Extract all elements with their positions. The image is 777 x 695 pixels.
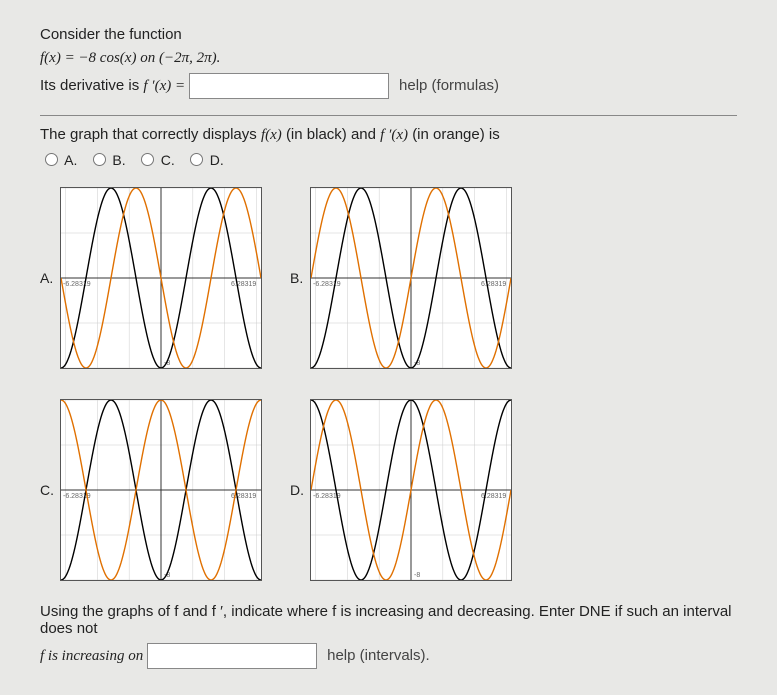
- graph-question: The graph that correctly displays f(x) (…: [40, 126, 737, 144]
- derivative-input[interactable]: [189, 73, 389, 99]
- label-c: C.: [40, 482, 60, 498]
- graph-question-fp: f ′(x): [380, 127, 408, 143]
- increasing-label: f is increasing on: [40, 648, 147, 664]
- choice-radios: A. B. C. D.: [40, 150, 737, 169]
- increasing-input[interactable]: [147, 643, 317, 669]
- radio-c-label[interactable]: C.: [136, 152, 175, 168]
- radio-d-text: D.: [210, 152, 224, 168]
- derivative-prompt: Its derivative is: [40, 77, 143, 94]
- graph-question-f: f(x): [261, 127, 282, 143]
- svg-text:-6.28319: -6.28319: [313, 281, 341, 288]
- svg-text:-6.28319: -6.28319: [63, 281, 91, 288]
- radio-d[interactable]: [190, 153, 203, 166]
- radio-a-label[interactable]: A.: [40, 152, 77, 168]
- graph-question-mid1: (in black) and: [286, 126, 380, 143]
- label-a: A.: [40, 270, 60, 286]
- derivative-math: f ′(x) =: [143, 78, 188, 94]
- graph-question-pre: The graph that correctly displays: [40, 126, 261, 143]
- intro-text: Consider the function: [40, 26, 737, 43]
- radio-a[interactable]: [45, 153, 58, 166]
- graph-grid: A. -6.283196.28319-8 B. -6.283196.28319-…: [40, 187, 737, 581]
- derivative-row: Its derivative is f ′(x) = help (formula…: [40, 73, 737, 99]
- graph-a: -6.283196.28319-8: [60, 187, 262, 369]
- help-formulas-link[interactable]: help (formulas): [399, 77, 499, 94]
- graph-d: -6.283196.28319-8: [310, 399, 512, 581]
- radio-d-label[interactable]: D.: [185, 152, 224, 168]
- radio-c-text: C.: [161, 152, 175, 168]
- graph-question-mid2: (in orange) is: [412, 126, 500, 143]
- radio-b-text: B.: [112, 152, 125, 168]
- label-b: B.: [290, 270, 310, 286]
- help-intervals-link[interactable]: help (intervals).: [327, 647, 430, 664]
- svg-text:6.28319: 6.28319: [231, 281, 256, 288]
- radio-c[interactable]: [141, 153, 154, 166]
- using-graphs-text: Using the graphs of f and f ′, indicate …: [40, 603, 737, 637]
- label-d: D.: [290, 482, 310, 498]
- graph-b: -6.283196.28319-8: [310, 187, 512, 369]
- radio-b[interactable]: [93, 153, 106, 166]
- svg-text:6.28319: 6.28319: [481, 281, 506, 288]
- svg-text:-8: -8: [414, 572, 420, 579]
- graph-c: -6.283196.28319-8: [60, 399, 262, 581]
- radio-a-text: A.: [64, 152, 77, 168]
- divider: [40, 115, 737, 116]
- function-formula: f(x) = −8 cos(x) on (−2π, 2π).: [40, 50, 220, 66]
- increasing-row: f is increasing on help (intervals).: [40, 643, 737, 669]
- function-definition: f(x) = −8 cos(x) on (−2π, 2π).: [40, 49, 737, 67]
- radio-b-label[interactable]: B.: [88, 152, 126, 168]
